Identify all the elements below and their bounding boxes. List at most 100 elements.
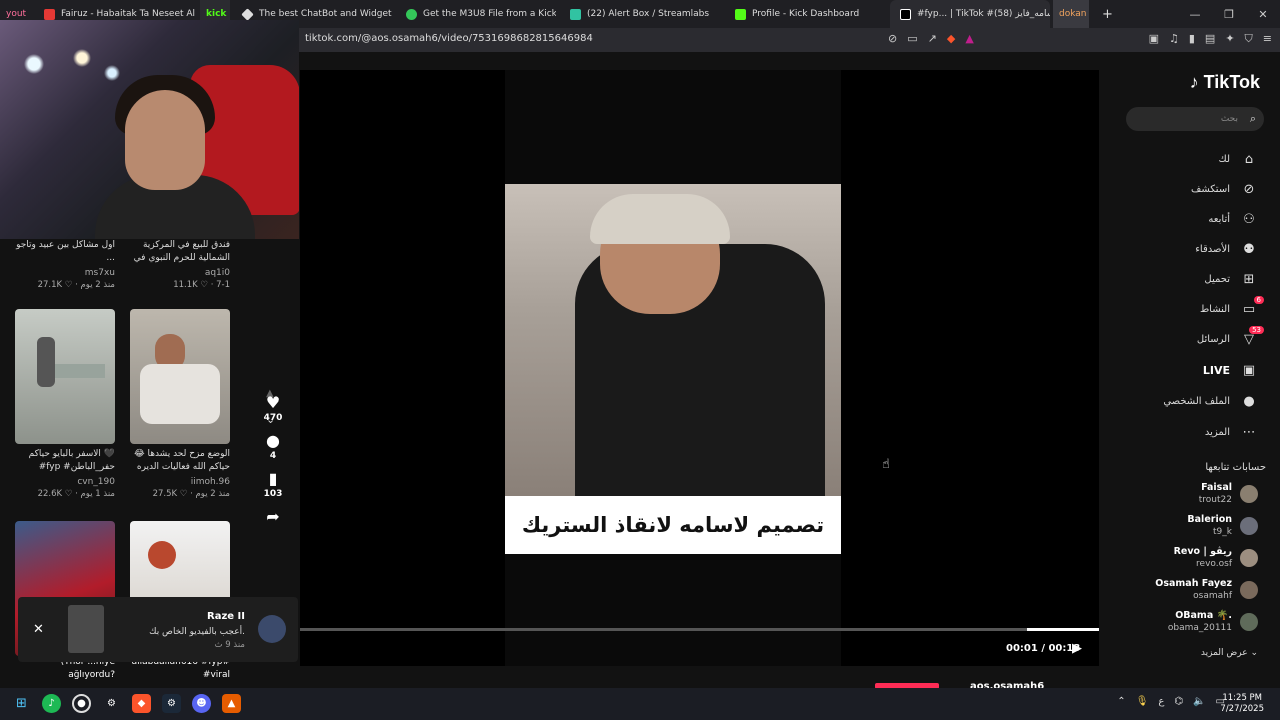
video-thumbnail[interactable] <box>130 309 230 444</box>
tab-tiktok[interactable]: #fyp... | TikTok #اسامه_فايز (58)✕ <box>890 0 1050 28</box>
sidebar-icon[interactable]: ▮ <box>1189 32 1195 46</box>
app-icon[interactable]: ▲ <box>222 694 241 713</box>
wallet-icon[interactable]: ▤ <box>1205 32 1215 46</box>
video-meta: 22.6K ♡ · منذ 1 يوم <box>37 489 115 499</box>
video-player[interactable]: تصميم لاسامه لانقاذ الستريك <box>505 184 841 554</box>
tab-m3u8[interactable]: Get the M3U8 File from a Kick Replay <box>396 0 556 28</box>
discord-icon[interactable]: ☻ <box>192 694 211 713</box>
video-card[interactable]: اول مشاكل بين عبيد وتاجو ... ms7xu 27.1K… <box>15 239 115 290</box>
sidebar-item-label: استكشف <box>1191 184 1230 195</box>
sidebar-item-messages[interactable]: الرسائل ▽ 53 <box>1197 326 1264 347</box>
bookmark-count: 103 <box>263 489 283 499</box>
settings-icon[interactable]: ⚙ <box>102 694 121 713</box>
video-card[interactable]: فندق للبيع في المركزية الشمالية للحرم ال… <box>130 239 230 290</box>
video-meta: 27.5K ♡ · منذ 2 يوم <box>152 489 230 499</box>
video-thumbnail[interactable] <box>15 309 115 444</box>
video-author[interactable]: ms7xu <box>15 268 115 278</box>
search-placeholder: بحث <box>1220 114 1238 124</box>
like-notification[interactable]: ✕ Raze II أعجب بالفيديو الخاص بك. منذ 9 … <box>18 597 298 662</box>
tab-kick-dashboard[interactable]: Profile - Kick Dashboard <box>725 0 885 28</box>
notification-thumbnail <box>68 605 104 653</box>
tab-label: #fyp... | TikTok #اسامه_فايز (58) <box>917 9 1050 19</box>
video-author[interactable]: cvn_190 <box>15 477 115 487</box>
video-progress-bar[interactable] <box>300 628 1099 631</box>
minimize-icon[interactable]: — <box>1178 0 1212 28</box>
brave-rewards-icon[interactable]: ▲ <box>965 32 973 45</box>
sidebar-item-home[interactable]: لك ⌂ <box>1219 152 1258 167</box>
address-bar-icons: ⊘ ▭ ↗ ◆ ▲ <box>888 32 974 45</box>
maximize-icon[interactable]: ❐ <box>1212 0 1246 28</box>
video-author[interactable]: iimoh.96 <box>130 477 230 487</box>
volume-icon[interactable]: 🔈 <box>1193 696 1205 707</box>
tiktok-logo[interactable]: ♪ TikTok <box>1190 72 1260 93</box>
comment-icon[interactable]: ● <box>266 431 280 450</box>
cast-icon[interactable]: ▭ <box>907 32 917 45</box>
logo-text: TikTok <box>1203 72 1260 92</box>
vpn-icon[interactable]: ⛉ <box>1245 32 1253 46</box>
tab-dokan[interactable]: dokan <box>1053 0 1089 28</box>
sidebar-item-live[interactable]: LIVE ▣ <box>1203 363 1258 378</box>
sidebar-item-following[interactable]: أتابعه ⚇ <box>1208 212 1258 227</box>
sidebar-item-label: تحميل <box>1204 274 1230 285</box>
notification-badge: 6 <box>1253 296 1264 304</box>
network-icon[interactable]: ⌬ <box>1174 696 1183 707</box>
sidebar-item-label: المزيد <box>1204 427 1230 438</box>
sidebar-item-profile[interactable]: الملف الشخصي ● <box>1163 394 1258 409</box>
tab-streamlabs[interactable]: (22) Alert Box / Streamlabs <box>560 0 720 28</box>
bookmark-icon[interactable]: ▮ <box>269 469 278 488</box>
video-card[interactable]: الاسفر بالبايو حياكم 🖤 #fyp #حفر_الباطن … <box>15 309 115 499</box>
video-meta: 11.1K ♡ · 7-1 <box>173 280 230 290</box>
messages-icon: ▽ 53 <box>1240 326 1264 347</box>
video-author[interactable]: aq1i0 <box>130 268 230 278</box>
new-tab-button[interactable]: + <box>1096 0 1114 28</box>
heart-icon[interactable]: ♥ <box>266 393 280 412</box>
brave-icon[interactable]: ◆ <box>132 694 151 713</box>
windows-start-icon[interactable]: ⊞ <box>12 694 31 713</box>
sidebar-item-explore[interactable]: استكشف ⊘ <box>1191 182 1258 197</box>
spotify-icon[interactable]: ♪ <box>42 694 61 713</box>
sidebar-item-more[interactable]: المزيد ⋯ <box>1205 425 1258 440</box>
taskbar-clock[interactable]: 11:25 PM 7/27/2025 <box>1220 693 1264 715</box>
upload-icon: ⊞ <box>1243 272 1255 287</box>
sidebar-item-activity[interactable]: النشاط ▭ 6 <box>1200 296 1264 317</box>
close-notification-icon[interactable]: ✕ <box>33 622 44 637</box>
tracking-icon[interactable]: ⊘ <box>888 32 897 45</box>
obs-icon[interactable]: ● <box>72 694 91 713</box>
video-caption-overlay: تصميم لاسامه لانقاذ الستريك <box>505 496 841 554</box>
share-icon[interactable]: ↗ <box>928 32 937 45</box>
plus-icon: + <box>1102 6 1113 22</box>
music-icon[interactable]: ♫ <box>1169 32 1179 46</box>
more-icon: ⋯ <box>1242 425 1256 440</box>
followed-account[interactable]: Revo | ريڤو revo.osf <box>1174 546 1258 570</box>
tiktok-logo-icon: ♪ <box>1189 72 1199 92</box>
microphone-icon[interactable]: 🎙 <box>1136 696 1149 707</box>
sidebar-item-upload[interactable]: تحميل ⊞ <box>1204 272 1258 287</box>
followed-account[interactable]: Osamah Fayez osamahf <box>1155 578 1258 602</box>
share-arrow-icon[interactable]: ➦ <box>266 507 279 526</box>
followed-account[interactable]: Faisal trout22 <box>1199 482 1258 506</box>
language-indicator[interactable]: ع <box>1158 696 1164 707</box>
avatar <box>1240 485 1258 503</box>
window-controls: — ❐ ✕ <box>1178 0 1280 28</box>
tab-label: Fairuz - Habaitak Ta Neseet Al Naoum <box>61 9 196 19</box>
tray-expand-icon[interactable]: ⌃ <box>1117 696 1125 707</box>
sidebar-item-label: الأصدقاء <box>1195 244 1230 255</box>
close-window-icon[interactable]: ✕ <box>1246 0 1280 28</box>
extensions-icon[interactable]: ✦ <box>1225 32 1234 46</box>
video-caption: الوضع مزح لحد يشدها 😂 حياكم الله فعاليات… <box>134 449 230 472</box>
play-icon[interactable]: ▶ <box>1072 641 1082 656</box>
url-field[interactable]: tiktok.com/@aos.osamah6/video/7531698682… <box>305 33 593 44</box>
screenshot-icon[interactable]: ▣ <box>1149 32 1159 46</box>
avatar <box>1240 581 1258 599</box>
sidebar-item-friends[interactable]: الأصدقاء ⚉ <box>1195 242 1258 257</box>
menu-icon[interactable]: ≡ <box>1263 32 1272 46</box>
video-card[interactable]: الوضع مزح لحد يشدها 😂 حياكم الله فعاليات… <box>130 309 230 499</box>
brave-shield-icon[interactable]: ◆ <box>947 32 955 45</box>
see-more-link[interactable]: عرض المزيد ⌄ <box>1201 648 1258 658</box>
search-input[interactable]: بحث ⌕ <box>1126 107 1264 131</box>
followed-account[interactable]: Balerion t9_k <box>1187 514 1258 538</box>
search-icon[interactable]: ⌕ <box>1250 112 1256 126</box>
windows-taskbar: ⊞ ♪ ● ⚙ ◆ ⚙ ☻ ▲ ⌃ 🎙 ع ⌬ 🔈 ▭ 11:25 PM 7/2… <box>0 688 1280 720</box>
steam-icon[interactable]: ⚙ <box>162 694 181 713</box>
followed-account[interactable]: OBama 🌴. obama_20111 <box>1168 610 1258 634</box>
